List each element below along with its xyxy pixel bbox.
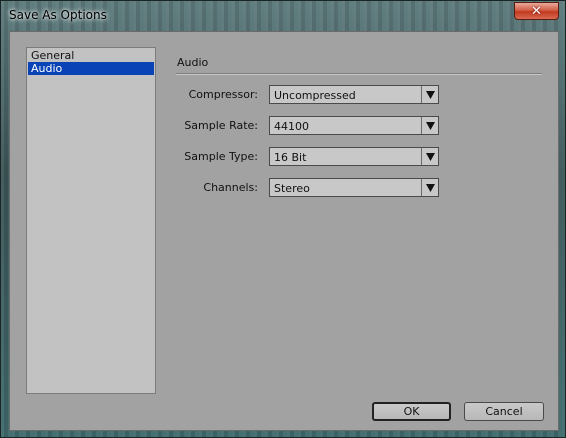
dropdown-arrow-icon[interactable] [421, 117, 438, 134]
sample-rate-value: 44100 [274, 120, 309, 133]
dropdown-arrow-icon[interactable] [421, 179, 438, 196]
sample-type-value: 16 Bit [274, 151, 307, 164]
close-icon: ✕ [531, 3, 542, 19]
dialog-body: General Audio Audio Compressor: Uncompre… [9, 31, 559, 431]
compressor-label: Compressor: [188, 88, 258, 101]
sample-rate-label: Sample Rate: [184, 119, 258, 132]
ok-button[interactable]: OK [372, 402, 451, 421]
channels-label: Channels: [203, 181, 258, 194]
sample-type-select[interactable]: 16 Bit [269, 147, 439, 166]
section-title: Audio [177, 56, 209, 69]
title-bar[interactable]: Save As Options ✕ [1, 1, 565, 31]
dialog-window: Save As Options ✕ General Audio Audio Co… [0, 0, 566, 438]
close-button[interactable]: ✕ [514, 2, 559, 20]
dropdown-arrow-icon[interactable] [421, 148, 438, 165]
cancel-button[interactable]: Cancel [464, 402, 544, 421]
sample-rate-row: Sample Rate: 44100 [10, 116, 560, 135]
channels-value: Stereo [274, 182, 310, 195]
dropdown-arrow-icon[interactable] [421, 86, 438, 103]
sample-rate-select[interactable]: 44100 [269, 116, 439, 135]
compressor-value: Uncompressed [274, 89, 356, 102]
compressor-select[interactable]: Uncompressed [269, 85, 439, 104]
channels-row: Channels: Stereo [10, 178, 560, 197]
window-title: Save As Options [9, 8, 107, 22]
sample-type-label: Sample Type: [184, 150, 258, 163]
channels-select[interactable]: Stereo [269, 178, 439, 197]
compressor-row: Compressor: Uncompressed [10, 85, 560, 104]
sample-type-row: Sample Type: 16 Bit [10, 147, 560, 166]
section-divider [176, 73, 542, 75]
category-item-audio[interactable]: Audio [28, 62, 154, 75]
category-item-general[interactable]: General [28, 49, 154, 62]
